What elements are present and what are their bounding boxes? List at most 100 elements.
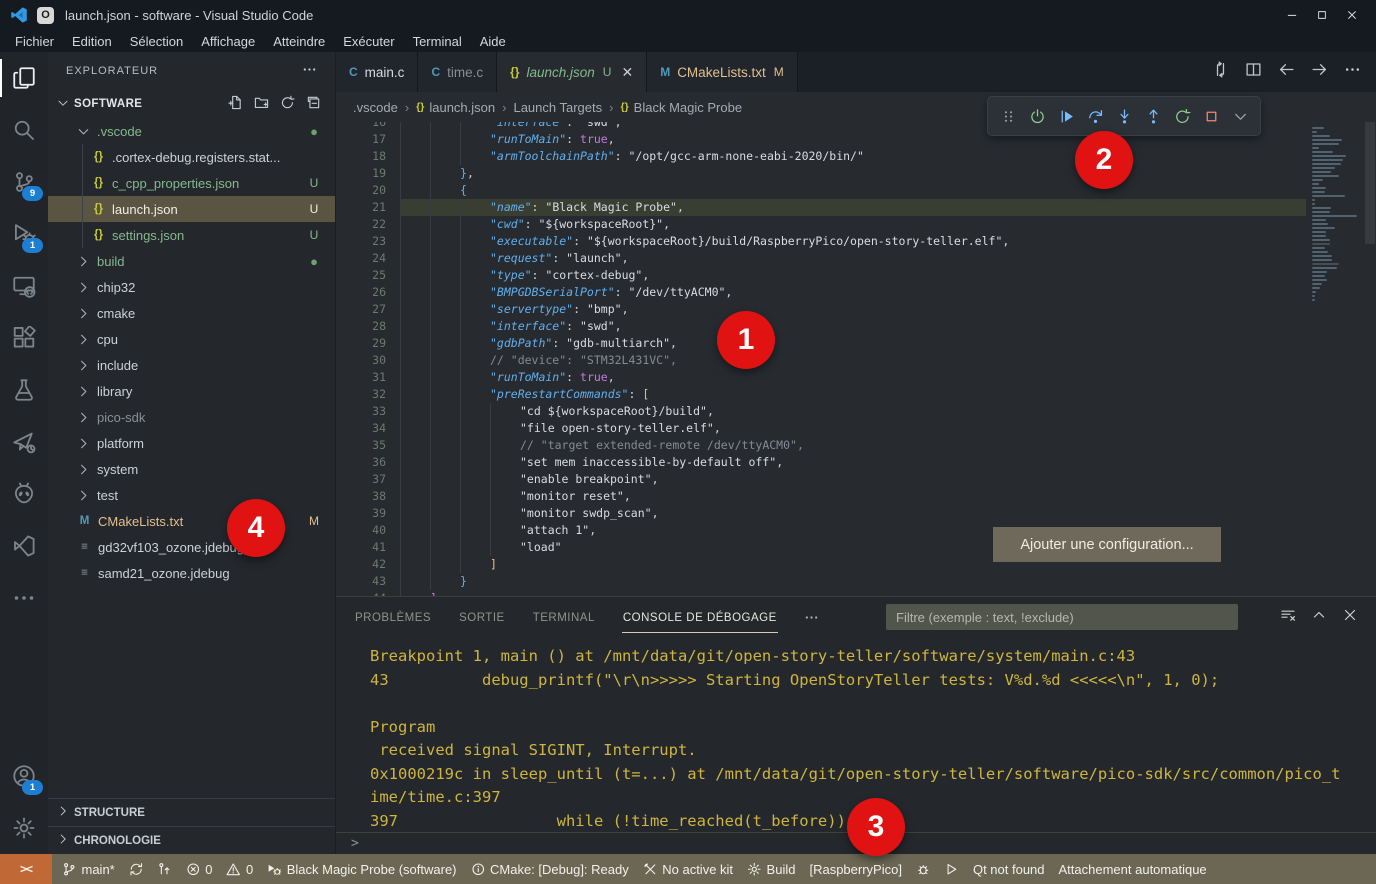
close-button[interactable] [1338, 3, 1366, 27]
explorer-action-collapse-icon[interactable] [306, 95, 321, 113]
tree-item-system[interactable]: system [48, 456, 335, 482]
tab-main-c[interactable]: Cmain.c [336, 52, 418, 92]
status-qt-status[interactable]: Qt not found [966, 854, 1052, 884]
menu-item-fichier[interactable]: Fichier [6, 33, 63, 50]
status-sync[interactable] [122, 854, 151, 884]
panel-tab-probl-mes[interactable]: PROBLÈMES [354, 602, 432, 633]
code-line-36[interactable]: 36"set mem inaccessible-by-default off", [336, 454, 1306, 471]
maximize-button[interactable] [1308, 3, 1336, 27]
code-line-22[interactable]: 22"cwd": "${workspaceRoot}", [336, 216, 1306, 233]
tree-item-test[interactable]: test [48, 482, 335, 508]
menu-item-atteindre[interactable]: Atteindre [264, 33, 334, 50]
close-icon[interactable]: ✕ [621, 64, 633, 81]
menu-item-s-lection[interactable]: Sélection [121, 33, 192, 50]
menu-item-aide[interactable]: Aide [471, 33, 515, 50]
panel-tab-terminal[interactable]: TERMINAL [532, 602, 596, 633]
status-git-action[interactable] [150, 854, 179, 884]
code-line-20[interactable]: 20{ [336, 182, 1306, 199]
tree-item-library[interactable]: library [48, 378, 335, 404]
status-debug-config[interactable]: Black Magic Probe (software) [260, 854, 463, 884]
tab-cmakelists-txt[interactable]: MCMakeLists.txtM [647, 52, 798, 92]
activity-gear[interactable] [0, 802, 48, 854]
breadcrumb-item-black-magic-probe[interactable]: {}Black Magic Probe [620, 100, 742, 115]
status-debug-button[interactable] [909, 854, 938, 884]
activity-beaker[interactable] [0, 364, 48, 416]
explorer-action-refresh-icon[interactable] [280, 95, 295, 113]
power-button[interactable] [1024, 103, 1050, 129]
code-line-29[interactable]: 29"gdbPath": "gdb-multiarch", [336, 335, 1306, 352]
tree-item-cmake[interactable]: cmake [48, 300, 335, 326]
tab-time-c[interactable]: Ctime.c [418, 52, 497, 92]
minimize-button[interactable] [1278, 3, 1306, 27]
code-line-37[interactable]: 37"enable breakpoint", [336, 471, 1306, 488]
activity-account[interactable]: 1 [0, 750, 48, 802]
minimap[interactable] [1306, 122, 1364, 596]
activity-debug[interactable]: 1 [0, 208, 48, 260]
code-line-32[interactable]: 32"preRestartCommands": [ [336, 386, 1306, 403]
code-line-35[interactable]: 35// "target extended-remote /dev/ttyACM… [336, 437, 1306, 454]
activity-send-wrench[interactable] [0, 416, 48, 468]
editor-action-split-icon[interactable] [1245, 61, 1262, 83]
code-line-26[interactable]: 26"BMPGDBSerialPort": "/dev/ttyACM0", [336, 284, 1306, 301]
panel-clear-filter-icon[interactable] [1280, 607, 1296, 628]
code-line-25[interactable]: 25"type": "cortex-debug", [336, 267, 1306, 284]
code-line-19[interactable]: 19}, [336, 165, 1306, 182]
code-line-43[interactable]: 43} [336, 573, 1306, 590]
status-git-branch[interactable]: main* [55, 854, 122, 884]
panel-more-icon[interactable] [804, 610, 819, 625]
restart-button[interactable] [1169, 103, 1195, 129]
status-cmake-kit[interactable]: No active kit [636, 854, 740, 884]
breadcrumb-item-launch-json[interactable]: {}launch.json [416, 100, 495, 115]
sidebar-more-icon[interactable] [302, 62, 317, 80]
tree-item-chip32[interactable]: chip32 [48, 274, 335, 300]
code-line-30[interactable]: 30// "device": "STM32L431VC", [336, 352, 1306, 369]
tree-item-vscode[interactable]: .vscode● [48, 118, 335, 144]
code-line-39[interactable]: 39"monitor swdp_scan", [336, 505, 1306, 522]
code-line-18[interactable]: 18"armToolchainPath": "/opt/gcc-arm-none… [336, 148, 1306, 165]
editor-action-arrow-right-icon[interactable] [1311, 61, 1328, 83]
breadcrumb-item-launch-targets[interactable]: Launch Targets [513, 100, 602, 115]
tree-item-settings-json[interactable]: {}settings.jsonU [48, 222, 335, 248]
stop-button[interactable] [1198, 103, 1224, 129]
chevron-down-button[interactable] [1227, 103, 1253, 129]
workspace-section-header[interactable]: SOFTWARE [48, 90, 335, 118]
code-line-34[interactable]: 34"file open-story-teller.elf", [336, 420, 1306, 437]
status-build-button[interactable]: Build [740, 854, 802, 884]
step-into-button[interactable] [1111, 103, 1137, 129]
code-line-31[interactable]: 31"runToMain": true, [336, 369, 1306, 386]
code-line-24[interactable]: 24"request": "launch", [336, 250, 1306, 267]
continue-button[interactable] [1053, 103, 1079, 129]
filter-input[interactable] [886, 610, 1238, 625]
breadcrumb-item-vscode[interactable]: .vscode [353, 100, 398, 115]
tree-item-include[interactable]: include [48, 352, 335, 378]
tree-item-cpu[interactable]: cpu [48, 326, 335, 352]
tree-item-pico-sdk[interactable]: pico-sdk [48, 404, 335, 430]
step-over-button[interactable] [1082, 103, 1108, 129]
scrollbar-thumb[interactable] [1365, 122, 1375, 244]
tree-item-cmakelists-txt[interactable]: MCMakeLists.txtM [48, 508, 335, 534]
activity-ellipsis[interactable] [0, 572, 48, 624]
explorer-action-new-folder-icon[interactable] [254, 95, 269, 113]
activity-source-control[interactable]: 9 [0, 156, 48, 208]
editor-action-compare-icon[interactable] [1212, 61, 1229, 83]
tree-item-cortex-debug-registers-stat[interactable]: {}.cortex-debug.registers.stat... [48, 144, 335, 170]
editor-action-ellipsis-icon[interactable] [1344, 61, 1361, 83]
status-build-target[interactable]: [RaspberryPico] [802, 854, 908, 884]
code-line-38[interactable]: 38"monitor reset", [336, 488, 1306, 505]
panel-close-icon[interactable] [1342, 607, 1358, 628]
tree-item-c-cpp-properties-json[interactable]: {}c_cpp_properties.jsonU [48, 170, 335, 196]
code-content[interactable]: 16"interface": "swd",17"runToMain": true… [336, 122, 1306, 596]
code-line-23[interactable]: 23"executable": "${workspaceRoot}/build/… [336, 233, 1306, 250]
activity-extensions[interactable] [0, 312, 48, 364]
code-line-28[interactable]: 28"interface": "swd", [336, 318, 1306, 335]
section-structure[interactable]: STRUCTURE [48, 798, 335, 826]
menu-item-terminal[interactable]: Terminal [404, 33, 471, 50]
activity-vs[interactable] [0, 520, 48, 572]
editor-scrollbar[interactable] [1364, 122, 1376, 596]
activity-search[interactable] [0, 104, 48, 156]
panel-tab-console-de-d-bogage[interactable]: CONSOLE DE DÉBOGAGE [622, 602, 778, 633]
activity-alien[interactable] [0, 468, 48, 520]
code-line-27[interactable]: 27"servertype": "bmp", [336, 301, 1306, 318]
tree-item-build[interactable]: build● [48, 248, 335, 274]
step-out-button[interactable] [1140, 103, 1166, 129]
